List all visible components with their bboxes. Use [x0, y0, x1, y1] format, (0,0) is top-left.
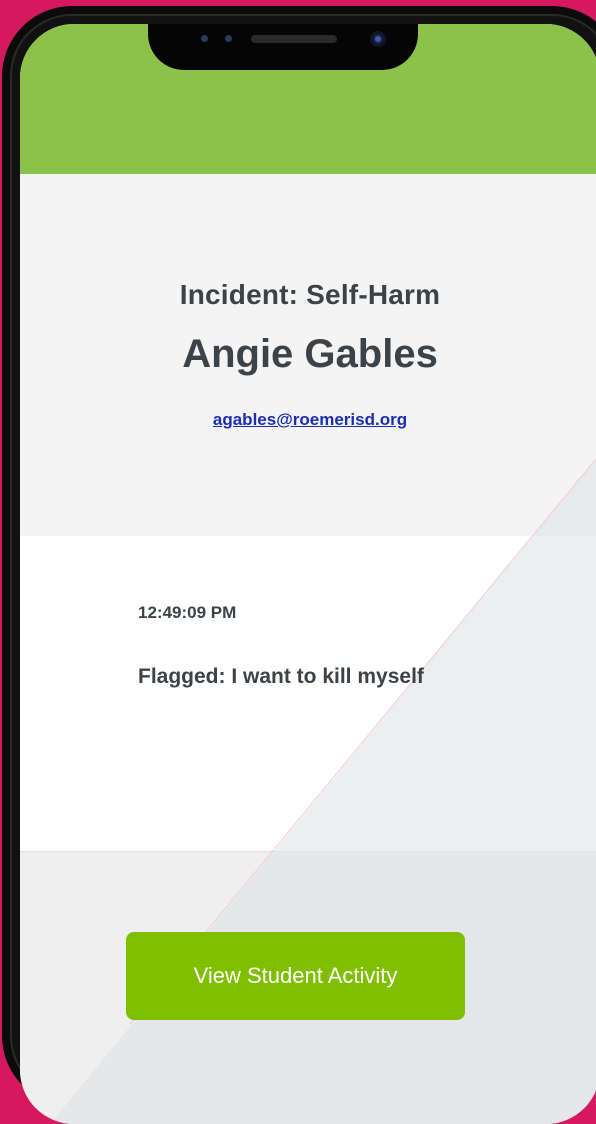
flagged-message-panel	[20, 536, 596, 851]
student-email-link[interactable]: agables@roemerisd.org	[20, 410, 596, 430]
incident-title: Incident: Self-Harm	[179, 279, 441, 310]
sensor-dot-icon	[225, 35, 232, 42]
sensor-dot-icon	[201, 35, 208, 42]
flagged-label: Flagged:	[138, 665, 226, 688]
flagged-message: Flagged: I want to kill myself	[138, 665, 424, 689]
view-student-activity-button[interactable]: View Student Activity	[126, 932, 465, 1020]
flagged-text: I want to kill myself	[231, 665, 424, 688]
flag-timestamp: 12:49:09 PM	[138, 603, 237, 622]
student-name: Angie Gables	[182, 332, 438, 376]
front-camera-icon	[370, 31, 386, 47]
speaker-grille-icon	[251, 35, 337, 43]
phone-notch	[148, 24, 418, 70]
phone-screen: Incident: Self-Harm Angie Gables agables…	[20, 24, 596, 1124]
